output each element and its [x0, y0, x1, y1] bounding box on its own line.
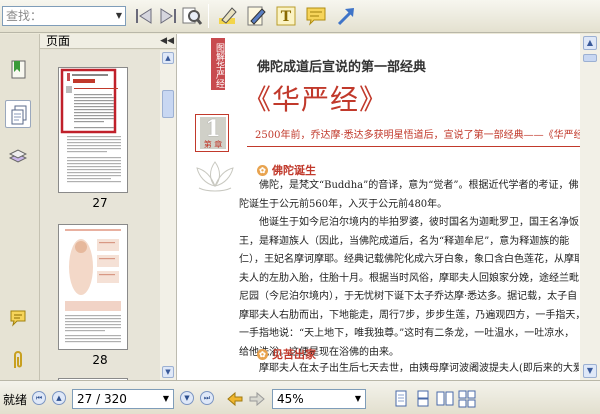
comments-icon: [10, 310, 26, 327]
bookmarks-icon: [11, 60, 26, 79]
thumbnail-list: 27 28: [40, 50, 160, 380]
dropdown-arrow-icon[interactable]: ▼: [113, 7, 125, 25]
chapter-badge-label: 第 章: [203, 140, 223, 149]
text-line: 一手指地说：“天上地下，唯我独尊。”这时有二条龙，一吐温水，一吐凉水，: [239, 328, 575, 339]
arrow-tool-icon[interactable]: [334, 4, 358, 28]
scroll-up-icon[interactable]: ▲: [162, 52, 174, 64]
page-number-field[interactable]: ▼: [72, 389, 174, 409]
single-page-icon[interactable]: [392, 390, 410, 408]
text-line: 仁），王妃名摩诃摩耶。经典记载佛陀化成六牙白象，象口含白色莲花，从摩耶: [239, 254, 579, 265]
facing-icon[interactable]: [436, 390, 454, 408]
text-line: 王，是释迦族人（因此，当佛陀成道后，名为“释迦牟尼”，意为释迦族的能: [239, 235, 570, 247]
text-line: 尼园（今尼泊尔境内），于无忧树下诞下太子乔达摩·悉达多。据记载，太子自: [239, 291, 578, 302]
toolbar-separator: [208, 4, 209, 28]
text-line: 他诞生于如今尼泊尔境内的毕拍罗婆，彼时国名为迦毗罗卫，国王名净饭: [259, 217, 579, 228]
back-icon[interactable]: [226, 390, 244, 408]
text-line: 摩耶夫人右肋而出，下地能走，周行7步，步步生莲，乃遍观四方，一手指天，: [239, 309, 579, 321]
find-next-icon[interactable]: [156, 4, 180, 28]
last-page-icon[interactable]: ⏭: [200, 391, 214, 405]
text-tool-icon[interactable]: T: [274, 4, 298, 28]
main-toolbar: ▼ T: [0, 0, 600, 33]
zoom-input[interactable]: [273, 390, 351, 408]
page-number-input[interactable]: [73, 390, 159, 408]
pages-panel: 页面 ◀◀ 27 28 ▲ ▼: [40, 34, 176, 380]
thumbnail-label-27: 27: [92, 196, 108, 210]
scroll-thumb[interactable]: [162, 90, 174, 118]
pages-icon: [11, 105, 27, 125]
dropdown-arrow-icon[interactable]: ▼: [159, 390, 173, 408]
lotus-ornament: [196, 161, 234, 192]
status-bar: 就绪 ⏮ ▲ ▼ ▼ ⏭ ▼: [0, 380, 600, 414]
comments-button[interactable]: [5, 304, 31, 332]
highlight-pen-icon[interactable]: [216, 4, 240, 28]
find-zoom-icon[interactable]: [180, 4, 204, 28]
document-view: 图解华严经 佛陀成道后宣说的第一部经典 《华严经》 1 第 章 2500年前，乔…: [176, 34, 600, 380]
section-bullet-icon: ✿: [257, 349, 268, 360]
scroll-thumb[interactable]: [583, 54, 597, 62]
page-thumbnail-28[interactable]: [58, 224, 128, 350]
text-line: 夫人的左肋入胎，住胎十月。根据当时风俗，摩耶夫人回娘家分娩，途经兰毗: [239, 272, 579, 284]
scroll-down-icon[interactable]: ▼: [162, 366, 174, 378]
comment-icon[interactable]: [304, 4, 328, 28]
svg-text:T: T: [281, 9, 292, 25]
section-bullet-icon: ✿: [257, 165, 268, 176]
text-line: 陀诞生于公元前560年，入灭于公元前480年。: [239, 198, 448, 210]
vertical-banner: 图解华严经: [211, 38, 225, 90]
page-27-preview: [60, 68, 121, 183]
chapter-subtitle: 佛陀成道后宣说的第一部经典: [257, 60, 427, 75]
layers-button[interactable]: [5, 142, 31, 170]
layers-icon: [9, 149, 27, 163]
page-28-preview: [65, 229, 121, 343]
attachments-icon: [14, 351, 22, 368]
continuous-icon[interactable]: [414, 390, 432, 408]
scroll-down-icon[interactable]: ▼: [583, 364, 597, 378]
section-body-renunciation: 摩耶夫人在太子出生后七天去世，由姨母摩诃波阇波提夫人(即后来的大爱: [239, 360, 579, 379]
section-heading-text: 佛陀诞生: [272, 164, 316, 177]
search-input[interactable]: [3, 7, 115, 25]
text-line: 佛陀，是梵文“Buddha”的音译，意为“觉者”。根据近代学者的考证，佛: [259, 180, 579, 191]
search-box[interactable]: ▼: [2, 6, 126, 26]
chapter-badge: 1 第 章: [195, 114, 229, 152]
navigation-strip: [0, 34, 40, 380]
attachments-button[interactable]: [5, 346, 31, 374]
dropdown-arrow-icon[interactable]: ▼: [351, 390, 365, 408]
section-body-birth: 佛陀，是梵文“Buddha”的音译，意为“觉者”。根据近代学者的考证，佛 陀诞生…: [239, 177, 579, 362]
divider-line: [247, 146, 580, 147]
text-line: 摩耶夫人在太子出生后七天去世，由姨母摩诃波阇波提夫人(即后来的大爱: [259, 363, 579, 374]
collapse-panel-icon[interactable]: ◀◀: [160, 34, 174, 49]
document-scrollbar[interactable]: ▲ ▼: [580, 34, 600, 380]
section-heading-birth: ✿ 佛陀诞生: [257, 162, 316, 178]
pencil-note-icon[interactable]: [244, 4, 268, 28]
status-text: 就绪: [3, 393, 28, 407]
chapter-title: 《华严经》: [243, 83, 389, 116]
prev-page-icon[interactable]: ▲: [52, 391, 66, 405]
scroll-up-icon[interactable]: ▲: [583, 36, 597, 50]
thumbnail-label-28: 28: [92, 353, 108, 367]
forward-icon[interactable]: [248, 390, 266, 408]
thumbnail-scrollbar[interactable]: ▲ ▼: [160, 50, 176, 380]
page-thumbnail-27[interactable]: [58, 67, 128, 193]
first-page-icon[interactable]: ⏮: [32, 391, 46, 405]
zoom-field[interactable]: ▼: [272, 389, 366, 409]
chapter-intro: 2500年前，乔达摩·悉达多获明星悟道后，宣说了第一部经典——《华严经》。: [255, 130, 580, 141]
find-previous-icon[interactable]: [132, 4, 156, 28]
document-page: 图解华严经 佛陀成道后宣说的第一部经典 《华严经》 1 第 章 2500年前，乔…: [176, 34, 580, 380]
continuous-facing-icon[interactable]: [458, 390, 476, 408]
panel-title: 页面: [46, 34, 71, 48]
next-page-icon[interactable]: ▼: [180, 391, 194, 405]
bookmarks-button[interactable]: [5, 56, 31, 84]
pages-button[interactable]: [5, 100, 31, 128]
pages-panel-header: 页面 ◀◀: [40, 34, 176, 49]
